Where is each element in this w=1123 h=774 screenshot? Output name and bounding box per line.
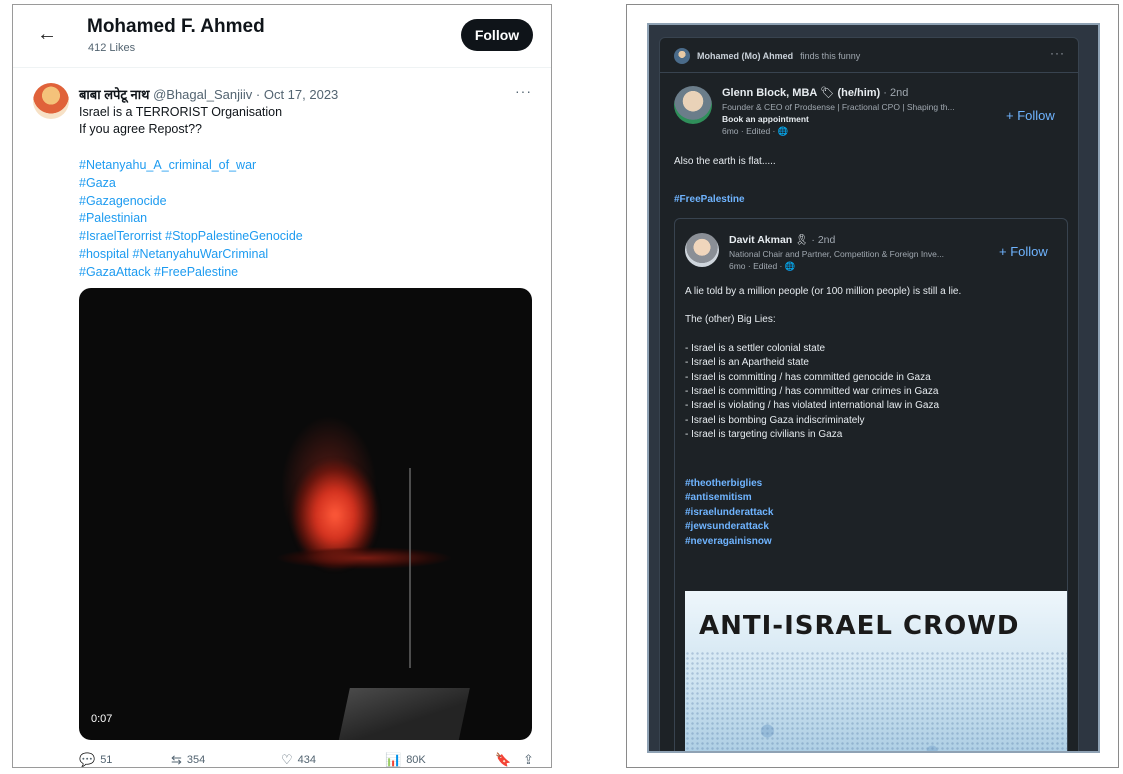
bullet-line: - Israel is committing / has committed g… (685, 371, 931, 383)
shared-post[interactable]: Davit Akman 🎗 · 2nd National Chair and P… (674, 218, 1068, 751)
post-text: Also the earth is flat..... (674, 156, 776, 167)
linkedin-post-screenshot: Mohamed (Mo) Ahmed finds this funny ··· … (626, 4, 1119, 768)
back-arrow-icon[interactable]: ← (37, 23, 57, 46)
bookmark-button[interactable]: 🔖 (495, 753, 511, 766)
author-line: Davit Akman 🎗 · 2nd (729, 233, 835, 246)
more-options-icon[interactable]: ··· (515, 83, 532, 99)
bullet-line: - Israel is a settler colonial state (685, 342, 826, 354)
image-caption: ANTI-ISRAEL CROWD (699, 611, 1020, 641)
author-line: Glenn Block, MBA 🏷 (he/him) · 2nd (722, 86, 908, 99)
repost-button[interactable]: ⇆ 354 (171, 753, 205, 766)
author-name[interactable]: Glenn Block, MBA (722, 87, 817, 99)
avatar[interactable] (674, 86, 712, 124)
hashtag-link[interactable]: #theotherbiglies (685, 477, 773, 491)
author-pronouns: (he/him) (837, 87, 881, 99)
ribbon-icon: 🎗 (795, 234, 809, 246)
post-text-line: A lie told by a million people (or 100 m… (685, 286, 962, 297)
avatar[interactable] (685, 233, 719, 267)
video-player[interactable]: 0:07 (79, 288, 532, 740)
profile-name: Mohamed F. Ahmed (87, 16, 265, 37)
video-timestamp: 0:07 (91, 713, 113, 725)
author-headline: Founder & CEO of Prodsense | Fractional … (722, 102, 955, 112)
post-time-text: 6mo · Edited · (729, 261, 783, 271)
reactor-name[interactable]: Mohamed (Mo) Ahmed (697, 51, 793, 61)
views-count: 80K (406, 753, 426, 766)
author-handle[interactable]: @Bhagal_Sanjiiv (153, 87, 252, 102)
twitter-post-screenshot: ← Mohamed F. Ahmed 412 Likes Follow बाबा… (12, 4, 552, 768)
balcony-ledge (338, 688, 470, 740)
post-image[interactable]: ANTI-ISRAEL CROWD (685, 591, 1067, 751)
post-body: A lie told by a million people (or 100 m… (685, 285, 1065, 443)
share-icon: ⇪ (523, 752, 534, 767)
bookmark-icon: 🔖 (495, 752, 512, 767)
bullet-line: - Israel is an Apartheid state (685, 357, 809, 369)
likes-count: 412 Likes (88, 42, 136, 54)
post-time-text: 6mo · Edited · (722, 126, 776, 136)
like-button[interactable]: ♡ 434 (281, 753, 316, 766)
reaction-text: finds this funny (800, 51, 861, 61)
reply-button[interactable]: 💬 51 (79, 753, 112, 766)
post-time: 6mo · Edited · 🌐 (729, 261, 795, 272)
hashtag-link[interactable]: #FreePalestine (674, 194, 745, 205)
hashtag-link[interactable]: #Palestinian (79, 210, 303, 228)
badge-icon: 🏷 (820, 87, 835, 99)
smoke-band (249, 538, 479, 578)
connection-degree: · 2nd (811, 234, 836, 246)
post-text-line: Israel is a TERRORIST Organisation (79, 105, 283, 119)
hashtag-list: #Netanyahu_A_criminal_of_war #Gaza #Gaza… (79, 157, 303, 282)
follow-button[interactable]: + Follow (999, 244, 1048, 259)
hashtag-link[interactable]: #hospital #NetanyahuWarCriminal (79, 246, 303, 264)
linkedin-feed-area: Mohamed (Mo) Ahmed finds this funny ··· … (647, 23, 1100, 753)
hashtag-link[interactable]: #antisemitism (685, 491, 773, 505)
follow-button[interactable]: + Follow (1006, 108, 1055, 123)
views-button[interactable]: 📊 80K (385, 753, 426, 766)
more-options-icon[interactable]: ··· (1050, 46, 1065, 60)
hashtag-link[interactable]: #neveragainisnow (685, 535, 773, 549)
author-name[interactable]: बाबा लपेटू नाथ (79, 87, 149, 102)
bullet-line: - Israel is violating / has violated int… (685, 400, 940, 412)
repost-count: 354 (186, 753, 206, 766)
reply-count: 51 (100, 753, 113, 766)
globe-icon: 🌐 (777, 126, 789, 136)
hashtag-link[interactable]: #jewsunderattack (685, 520, 773, 534)
reply-icon: 💬 (79, 752, 96, 767)
author-name[interactable]: Davit Akman (729, 234, 792, 246)
connection-degree: · 2nd (883, 87, 909, 99)
hashtag-link[interactable]: #israelunderattack (685, 506, 773, 520)
feed-post-card: Mohamed (Mo) Ahmed finds this funny ··· … (659, 37, 1079, 751)
reaction-row: Mohamed (Mo) Ahmed finds this funny (674, 48, 860, 64)
globe-icon: 🌐 (784, 261, 796, 271)
profile-header: ← Mohamed F. Ahmed 412 Likes Follow (13, 5, 551, 67)
post-date[interactable]: · Oct 17, 2023 (256, 87, 338, 102)
hashtag-link[interactable]: #IsraelTerorrist #StopPalestineGenocide (79, 228, 303, 246)
header-divider (13, 67, 551, 68)
divider (660, 72, 1078, 73)
reactor-avatar[interactable] (674, 48, 690, 64)
book-appointment-link[interactable]: Book an appointment (722, 114, 809, 124)
heart-icon: ♡ (281, 752, 293, 767)
hashtag-link[interactable]: #Netanyahu_A_criminal_of_war (79, 157, 303, 175)
bullet-line: - Israel is targeting civilians in Gaza (685, 429, 843, 441)
like-count: 434 (297, 753, 317, 766)
hashtag-link[interactable]: #GazaAttack #FreePalestine (79, 264, 303, 282)
bullet-line: - Israel is bombing Gaza indiscriminatel… (685, 414, 865, 426)
hashtag-link[interactable]: #Gazagenocide (79, 193, 303, 211)
share-button[interactable]: ⇪ (523, 753, 534, 766)
views-icon: 📊 (385, 752, 402, 767)
avatar[interactable] (33, 83, 69, 119)
building-edge (409, 468, 439, 668)
post-text-line: If you agree Repost?? (79, 122, 202, 136)
hashtag-list: #theotherbiglies #antisemitism #israelun… (685, 477, 773, 549)
action-bar: 💬 51 ⇆ 354 ♡ 434 📊 80K 🔖 ⇪ (79, 753, 539, 767)
bullet-line: - Israel is committing / has committed w… (685, 386, 939, 398)
author-line: बाबा लपेटू नाथ @Bhagal_Sanjiiv · Oct 17,… (79, 85, 338, 103)
post-time: 6mo · Edited · 🌐 (722, 126, 788, 137)
repost-icon: ⇆ (171, 752, 182, 767)
post-text-line: The (other) Big Lies: (685, 314, 776, 326)
author-headline: National Chair and Partner, Competition … (729, 249, 944, 259)
hashtag-link[interactable]: #Gaza (79, 175, 303, 193)
post-text: Israel is a TERRORIST Organisation If yo… (79, 104, 282, 138)
follow-button[interactable]: Follow (461, 19, 533, 51)
